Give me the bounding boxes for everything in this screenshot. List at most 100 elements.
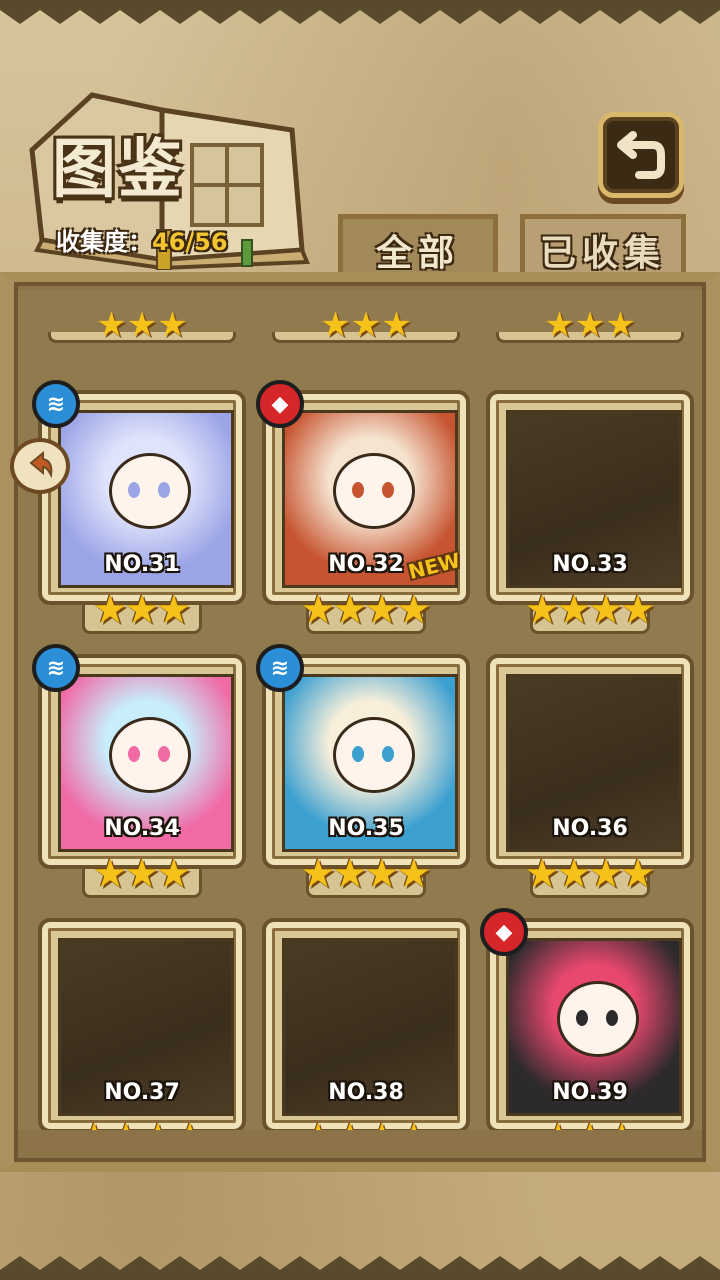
monster-card[interactable]: NO.33 ★ ★ ★ ★ [486,390,694,640]
rarity-stars: ★★★ [486,1114,694,1130]
monster-card[interactable]: NO.37 ★★★★ [38,918,246,1130]
eye [128,746,140,762]
character-face [557,981,639,1057]
star-icon: ★ [588,587,624,633]
star-icon: ★ [619,587,656,633]
rarity-stars: ★★★★ [262,850,470,898]
card-number: NO.31 [104,552,180,577]
water-element-icon: ≋ [256,644,304,692]
star-icon: ★ [172,1114,208,1130]
card-number: NO.35 [328,816,404,841]
star-icon: ★ [332,587,368,633]
star-icon: ★ [300,1114,336,1130]
torn-edge-bottom [0,1256,720,1280]
character-face [333,453,415,529]
arrow-icon [29,450,53,479]
star-icon: ★ [76,1114,112,1130]
star-icon: ★ [364,587,400,633]
monster-card[interactable]: NO.35 ★ ★ ★ ★ ≋ [256,644,470,904]
eye [576,1010,588,1026]
card-number: NO.33 [552,552,628,577]
card-top-peek[interactable]: ★★★ [486,294,694,343]
water-element-icon: ≋ [32,644,80,692]
card-number: NO.36 [552,816,628,841]
star-icon: ★ [300,587,337,633]
collection-label: 收集度： [56,228,152,256]
star-icon: ★ [619,851,656,897]
card-frame: NO.37 [38,918,246,1130]
card-top-peek[interactable]: ★★★ [38,294,246,343]
monster-card[interactable]: NO.38★★★★ [262,918,470,1130]
star-icon: ★ [524,587,561,633]
water-element-icon: ≋ [32,380,80,428]
card-top-peek[interactable]: ★★★ [262,294,470,343]
star-icon: ★ [124,851,160,897]
character-face [333,717,415,793]
star-icon: ★ [395,587,432,633]
rarity-stars: ★★★★ [486,586,694,634]
rarity-stars: ★★★★ [262,1114,470,1130]
rarity-stars: ★★★★ [486,850,694,898]
monster-card[interactable]: NO.31 ★ ★ ★ ≋ [32,380,246,640]
card-grid-viewport[interactable]: ★★★ ★★★ ★★★ NO.31 ★ ★ ★ ≋ NO.32 NEW ★ ★ ★ ★ ◆ NO.33 ★ ★ ★ ★… [18,290,702,1130]
star-icon: ★ [395,851,432,897]
star-icon: ★ [155,587,192,633]
eye [158,746,170,762]
torn-edge-top [0,0,720,24]
eye [128,482,140,498]
eye [606,1010,618,1026]
star-icon: ★ [540,1114,576,1130]
fire-element-icon: ◆ [256,380,304,428]
character-face [109,453,191,529]
monster-card[interactable]: NO.39★★★◆ [480,908,694,1130]
card-number: NO.34 [104,816,180,841]
eye [352,482,364,498]
star-icon: ★ [300,851,337,897]
eye [382,746,394,762]
star-icon: ★ [124,587,160,633]
return-arrow-icon [617,131,665,179]
star-icon: ★ [332,851,368,897]
card-frame: NO.33 [486,390,694,605]
star-icon: ★ [556,587,592,633]
rarity-stars: ★★★ [320,305,412,345]
card-number: NO.39 [552,1080,628,1105]
tab-collected[interactable]: 已收集 [520,214,686,280]
card-frame: NO.36 [486,654,694,869]
star-icon: ★ [588,851,624,897]
prev-page-button[interactable] [10,438,70,494]
star-icon: ★ [364,1114,400,1130]
rarity-stars: ★★★★ [262,586,470,634]
page-title: 图鉴 [52,132,184,207]
star-icon: ★ [524,851,561,897]
card-number: NO.37 [104,1080,180,1105]
card-number: NO.38 [328,1080,404,1105]
eye [158,482,170,498]
back-button[interactable] [598,112,684,198]
monster-card[interactable]: NO.32 NEW ★ ★ ★ ★ ◆ [256,380,470,640]
star-icon: ★ [604,1114,640,1130]
collection-progress: 收集度：46/56 [56,222,228,257]
rarity-stars: ★★★★ [38,1114,246,1130]
star-icon: ★ [572,1114,608,1130]
star-icon: ★ [155,851,192,897]
star-icon: ★ [364,851,400,897]
card-grid: ★★★ ★★★ ★★★ NO.31 ★ ★ ★ ≋ NO.32 NEW ★ ★ ★ ★ ◆ NO.33 ★ ★ ★ ★… [18,290,702,1130]
fire-element-icon: ◆ [480,908,528,956]
star-icon: ★ [556,851,592,897]
tab-all[interactable]: 全部 [338,214,498,280]
monster-card[interactable]: NO.34 ★ ★ ★ ≋ [32,644,246,904]
eye [352,746,364,762]
rarity-stars: ★★★ [38,586,246,634]
collection-value: 46/56 [152,228,228,256]
rarity-stars: ★★★ [96,305,188,345]
star-icon: ★ [92,587,129,633]
character-face [109,717,191,793]
rarity-stars: ★★★ [544,305,636,345]
eye [382,482,394,498]
star-icon: ★ [92,851,129,897]
monster-card[interactable]: NO.36 ★ ★ ★ ★ [486,654,694,904]
star-icon: ★ [140,1114,176,1130]
card-frame: NO.38 [262,918,470,1130]
rarity-stars: ★★★ [38,850,246,898]
